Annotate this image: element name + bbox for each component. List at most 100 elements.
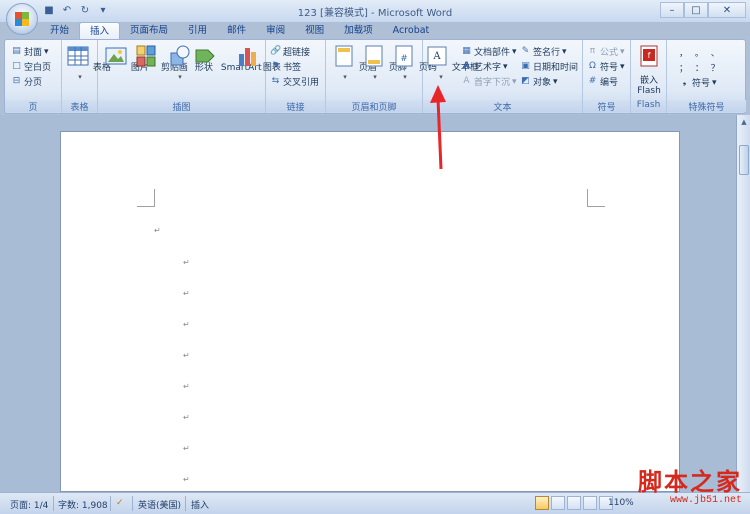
dropdown-icon: ▾ <box>78 73 82 81</box>
chart-button[interactable]: 图表 <box>236 44 281 73</box>
group-label-flash: Flash <box>631 100 666 112</box>
status-separator <box>110 496 111 511</box>
shapes-button[interactable]: 形状 ▾ <box>168 44 213 81</box>
cover-page-button[interactable]: ▤ 封面 ▾ <box>11 45 49 58</box>
margin-corner-right <box>587 189 605 207</box>
paragraph-mark: ↵ <box>154 226 161 235</box>
window-title: 123 [兼容模式] - Microsoft Word <box>297 8 453 19</box>
signature-line-button[interactable]: ✎ 签名行 ▾ <box>520 45 567 58</box>
tab-references[interactable]: 引用 <box>178 22 217 40</box>
shapes-icon <box>170 45 190 66</box>
zoom-level[interactable]: 110% <box>608 498 634 508</box>
outline-view-button[interactable] <box>583 496 597 510</box>
title-bar: ■ ↶ ↻ ▾ 123 [兼容模式] - Microsoft Word – □ … <box>0 0 750 22</box>
datetime-button[interactable]: ▣ 日期和时间 <box>520 60 578 73</box>
tab-addins[interactable]: 加载项 <box>334 22 383 40</box>
wordart-label: 艺术字 <box>474 63 502 73</box>
group-label-header-footer: 页眉和页脚 <box>326 100 422 113</box>
paragraph-mark: ↵ <box>183 320 190 329</box>
quickparts-label: 文档部件 <box>474 48 511 58</box>
smartart-button[interactable]: SmartArt <box>194 44 262 73</box>
dropcap-label: 首字下沉 <box>474 78 511 88</box>
tab-page-layout[interactable]: 页面布局 <box>120 22 178 40</box>
header-button[interactable]: 页眉 ▾ <box>332 44 377 81</box>
tab-review[interactable]: 审阅 <box>256 22 295 40</box>
dropdown-icon: ▾ <box>620 61 625 72</box>
group-flash: f 嵌入 Flash Flash <box>631 40 667 113</box>
hyperlink-label: 超链接 <box>283 48 311 58</box>
view-buttons <box>535 496 613 510</box>
close-button[interactable]: ✕ <box>708 2 746 18</box>
tab-acrobat[interactable]: Acrobat <box>383 22 440 40</box>
dropdown-icon: ▾ <box>44 46 49 57</box>
status-word-count[interactable]: 字数: 1,908 <box>58 498 108 511</box>
wordart-button[interactable]: A 艺术字 ▾ <box>461 60 508 73</box>
embed-flash-button[interactable]: f 嵌入 Flash <box>635 44 663 96</box>
status-separator <box>132 496 133 511</box>
calendar-icon: ▣ <box>521 61 530 71</box>
margin-corner-left <box>137 189 155 207</box>
status-page[interactable]: 页面: 1/4 <box>10 498 48 511</box>
signature-icon: ✎ <box>521 46 530 56</box>
group-label-symbols: 符号 <box>583 100 630 113</box>
special-symbol-label: 符号 <box>692 79 711 89</box>
numbering-label: 编号 <box>600 78 619 88</box>
blank-page-icon: □ <box>12 61 21 71</box>
object-label: 对象 <box>533 78 552 88</box>
scrollbar-thumb[interactable] <box>739 145 749 175</box>
tab-view[interactable]: 视图 <box>295 22 334 40</box>
document-page[interactable]: ↵ ↵ ↵ ↵ ↵ ↵ ↵ ↵ ↵ <box>60 131 680 492</box>
textbox-button[interactable]: A 文本框 ▾ <box>425 44 479 81</box>
bookmark-icon: ⚑ <box>271 61 280 71</box>
equation-label: 公式 <box>600 48 619 58</box>
clipart-button[interactable]: 剪贴画 <box>134 44 188 73</box>
maximize-button[interactable]: □ <box>684 2 708 18</box>
svg-text:#: # <box>400 54 408 64</box>
page-number-button[interactable]: # 页码 ▾ <box>392 44 437 81</box>
hyperlink-button[interactable]: 🔗 超链接 <box>270 45 310 58</box>
status-language[interactable]: 英语(美国) <box>138 498 181 511</box>
dropcap-button[interactable]: A 首字下沉 ▾ <box>461 75 516 88</box>
symbol-icon: ❟ <box>682 77 687 87</box>
office-button[interactable] <box>6 3 38 35</box>
vertical-scrollbar[interactable]: ▲ <box>736 115 750 492</box>
page-break-button[interactable]: ⊟ 分页 <box>11 75 42 88</box>
footer-button[interactable]: 页脚 ▾ <box>362 44 407 81</box>
svg-text:A: A <box>432 51 441 62</box>
cross-reference-button[interactable]: ⇆ 交叉引用 <box>270 75 319 88</box>
scroll-up-icon[interactable]: ▲ <box>739 118 749 128</box>
status-insert-mode[interactable]: 插入 <box>191 498 209 511</box>
table-button[interactable]: 表格 ▾ <box>66 44 111 81</box>
minimize-button[interactable]: – <box>660 2 684 18</box>
dropdown-icon: ▾ <box>403 73 407 81</box>
quickparts-button[interactable]: ▦ 文档部件 ▾ <box>461 45 516 58</box>
group-symbols: π 公式 ▾ Ω 符号 ▾ # 编号 符号 <box>583 40 631 113</box>
paragraph-mark: ↵ <box>183 475 190 484</box>
paragraph-mark: ↵ <box>183 413 190 422</box>
print-layout-view-button[interactable] <box>535 496 549 510</box>
proofing-icon[interactable]: ✓ <box>116 498 124 508</box>
full-screen-reading-view-button[interactable] <box>551 496 565 510</box>
blank-page-button[interactable]: □ 空白页 <box>11 60 51 73</box>
page-break-label: 分页 <box>24 78 43 88</box>
tab-mailings[interactable]: 邮件 <box>217 22 256 40</box>
special-symbol-button[interactable]: ❟ 符号 ▾ <box>679 76 717 89</box>
special-symbols-row-2[interactable]: ； ： ？ <box>679 61 722 74</box>
omega-icon: Ω <box>589 61 596 71</box>
symbol-button[interactable]: Ω 符号 ▾ <box>587 60 625 73</box>
equation-button[interactable]: π 公式 ▾ <box>587 45 625 58</box>
paragraph-mark: ↵ <box>183 289 190 298</box>
picture-button[interactable]: 图片 <box>104 44 149 73</box>
dropdown-icon: ▾ <box>553 76 558 87</box>
special-symbols-row-1[interactable]: ， 。 、 <box>679 46 722 59</box>
web-layout-view-button[interactable] <box>567 496 581 510</box>
numbering-button[interactable]: # 编号 <box>587 75 618 88</box>
bookmark-button[interactable]: ⚑ 书签 <box>270 60 301 73</box>
datetime-label: 日期和时间 <box>533 63 579 73</box>
cover-page-icon: ▤ <box>12 46 21 56</box>
dropdown-icon: ▾ <box>503 61 508 72</box>
tab-home[interactable]: 开始 <box>40 22 79 40</box>
tab-insert[interactable]: 插入 <box>79 22 121 40</box>
object-button[interactable]: ◩ 对象 ▾ <box>520 75 558 88</box>
smartart-icon <box>195 49 215 63</box>
